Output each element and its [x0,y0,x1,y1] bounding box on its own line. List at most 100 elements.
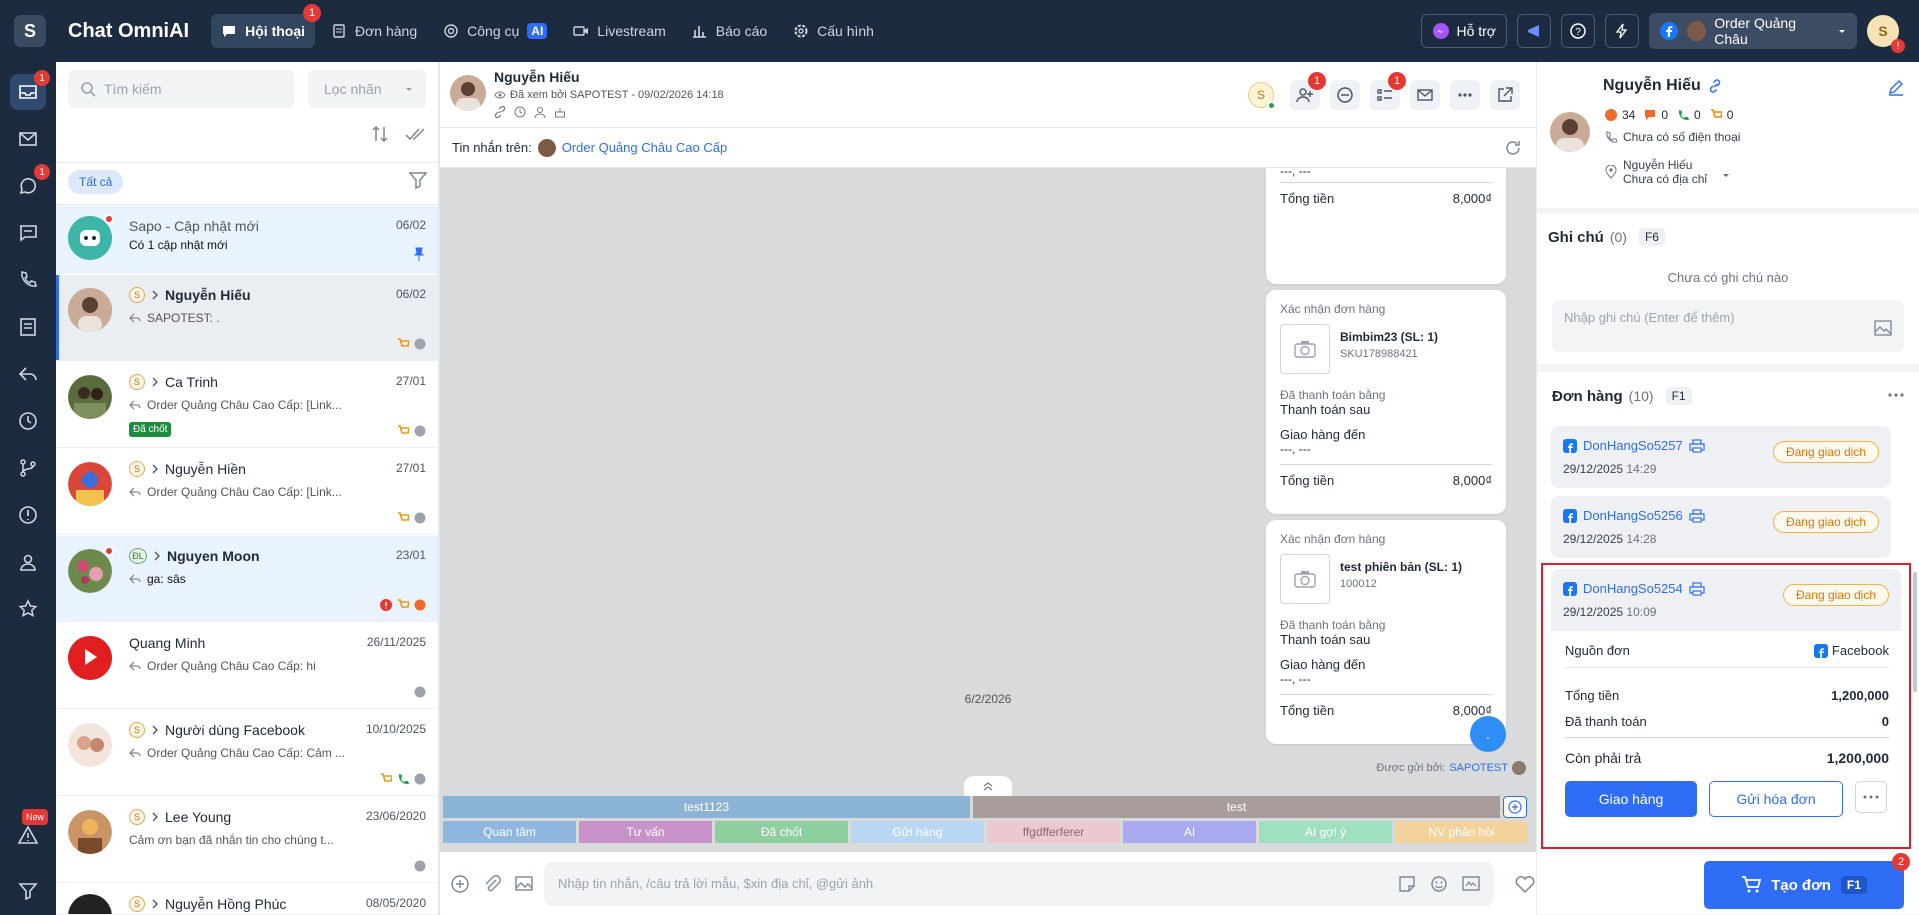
plus-circle-icon[interactable] [450,874,470,894]
collapse-tags-button[interactable] [964,776,1012,796]
page-selector[interactable]: Order Quảng Châu [1649,13,1857,49]
warning-icon [17,825,39,844]
conversation-item[interactable]: S Nguyễn Hiếu 06/02 SAPOTEST: . [56,275,438,361]
email-button[interactable] [1410,80,1440,110]
task-list-button[interactable]: 1 [1370,72,1406,110]
outgoing-message[interactable]: . [1470,716,1506,752]
search-input[interactable]: Tìm kiếm [68,70,294,108]
mark-all-read-icon[interactable] [404,124,426,144]
customer-address[interactable]: Nguyễn Hiếu Chưa có địa chỉ [1605,158,1731,186]
orders-card: Đơn hàng (10) F1 DonHangSo5257 29/12/2025… [1537,372,1919,914]
pin-icon[interactable] [412,247,426,261]
rail-warning[interactable]: New [10,809,48,853]
filter-chip-all[interactable]: Tất cả [68,170,124,194]
rail-favorites[interactable] [10,591,46,627]
add-tag-button[interactable] [1503,796,1527,818]
nav-settings[interactable]: Cấu hình [783,14,884,48]
emoji-icon[interactable] [1430,875,1448,893]
nav-reports[interactable]: Báo cáo [682,14,777,48]
rail-inbox[interactable]: 1 [10,70,50,110]
rail-flows[interactable] [10,450,46,486]
order-item[interactable]: DonHangSo5254 29/12/2025 10:09 Đang giao… [1551,569,1901,631]
user-menu[interactable]: S ! [1867,15,1905,53]
printer-icon[interactable] [1689,581,1705,596]
more-button[interactable] [1450,80,1480,110]
tag-button[interactable]: NV phản hồi [1395,821,1528,843]
person-icon[interactable] [534,106,546,118]
sort-icon[interactable] [370,124,390,144]
rail-messages[interactable] [10,121,46,157]
ship-order-button[interactable]: Giao hàng [1565,781,1697,817]
conversation-item[interactable]: S Lee Young 23/06/2020 Cảm ơn bạn đã nhắn… [56,797,438,883]
conversation-item[interactable]: S Ca Trinh 27/01 Order Quảng Châu Cao Cấp… [56,362,438,448]
message-input[interactable]: Nhập tin nhắn, /câu trả lời mẫu, $xin đị… [544,861,1494,906]
rail-filter[interactable] [10,873,46,909]
create-order-button[interactable]: Tạo đơn F1 2 [1704,853,1910,909]
refresh-icon[interactable] [1504,139,1522,157]
support-button[interactable]: Hỗ trợ [1421,14,1507,48]
rail-posts[interactable] [10,309,46,345]
conversation-item[interactable]: Sapo - Cập nhật mới 06/02 Có 1 cập nhật … [56,206,438,274]
add-member-button[interactable]: 1 [1290,72,1326,110]
tag-button[interactable]: ffgdfferferer [987,821,1120,843]
nav-tools[interactable]: Công cụ AI [433,14,557,48]
open-external-button[interactable] [1490,80,1520,110]
rail-history[interactable] [10,403,46,439]
chat-customer-name[interactable]: Nguyễn Hiếu [494,69,580,85]
sticker-icon[interactable] [1398,875,1416,893]
printer-icon[interactable] [1689,508,1705,523]
note-input[interactable]: Nhập ghi chú (Enter để thêm) [1552,300,1904,352]
attachment-icon[interactable] [482,874,502,894]
signature-icon[interactable] [1462,875,1480,893]
conversation-item[interactable]: ĐL Nguyen Moon 23/01 ga: sâs [56,536,438,622]
conversation-item[interactable]: S Nguyễn Hiền 27/01 Order Quảng Châu Cao … [56,449,438,535]
nav-livestream[interactable]: Livestream [563,14,675,48]
nav-conversations[interactable]: Hội thoại 1 [211,4,322,48]
printer-icon[interactable] [1689,438,1705,453]
app-logo[interactable]: S [14,15,46,47]
order-item[interactable]: DonHangSo5257 29/12/2025 14:29 Đang giao… [1551,426,1891,488]
tag-group[interactable]: test1123 [443,796,970,818]
conversation-preview: ga: sâs [129,572,364,586]
image-icon[interactable] [514,874,534,894]
help-button[interactable]: ? [1561,14,1595,48]
link-icon[interactable] [494,106,506,118]
customer-phone[interactable]: Chưa có số điện thoại [1605,130,1740,144]
order-more-button[interactable] [1855,781,1887,813]
quick-action-button[interactable] [1605,14,1639,48]
scrollbar[interactable] [1913,572,1917,692]
rail-alerts[interactable] [10,497,46,533]
send-invoice-button[interactable]: Gửi hóa đơn [1709,781,1843,817]
conversation-item[interactable]: S Người dùng Facebook 10/10/2025 Order Qu… [56,710,438,796]
tag-group[interactable]: test [973,796,1500,818]
order-date: 29/12/2025 10:09 [1563,605,1657,619]
label-filter-select[interactable]: Lọc nhãn [308,70,426,108]
rail-customers[interactable] [10,544,46,580]
cake-icon[interactable] [554,106,566,118]
tag-button[interactable]: AI gợi ý [1259,821,1392,843]
tag-button[interactable]: Tư vấn [579,821,712,843]
more-horizontal-icon[interactable] [1887,392,1905,398]
rail-comments[interactable]: 1 [10,164,50,204]
conversation-item[interactable]: S Nguyễn Hồng Phúc 08/05/2020 [56,884,438,915]
campaign-button[interactable] [1517,14,1551,48]
conversation-item[interactable]: Quang Minh 26/11/2025 Order Quảng Châu C… [56,623,438,709]
tag-button[interactable]: Quan tâm [443,821,576,843]
rail-chat[interactable] [10,215,46,251]
block-button[interactable] [1330,80,1360,110]
tag-button[interactable]: AI [1123,821,1256,843]
assignee[interactable]: S [1248,82,1276,110]
image-icon[interactable] [1874,320,1892,336]
funnel-icon[interactable] [408,170,428,190]
tag-button[interactable]: Gửi hàng [851,821,984,843]
rail-replies[interactable] [10,356,46,392]
tag-button[interactable]: Đã chốt [715,821,848,843]
history-icon[interactable] [514,106,526,118]
link-icon[interactable] [1707,78,1723,94]
source-page-link[interactable]: Order Quảng Châu Cao Cấp [562,140,727,155]
edit-icon[interactable] [1887,78,1905,96]
rail-calls[interactable] [10,262,46,298]
nav-orders[interactable]: Đơn hàng [321,14,427,48]
heart-icon[interactable] [1514,874,1536,894]
order-item[interactable]: DonHangSo5256 29/12/2025 14:28 Đang giao… [1551,496,1891,558]
